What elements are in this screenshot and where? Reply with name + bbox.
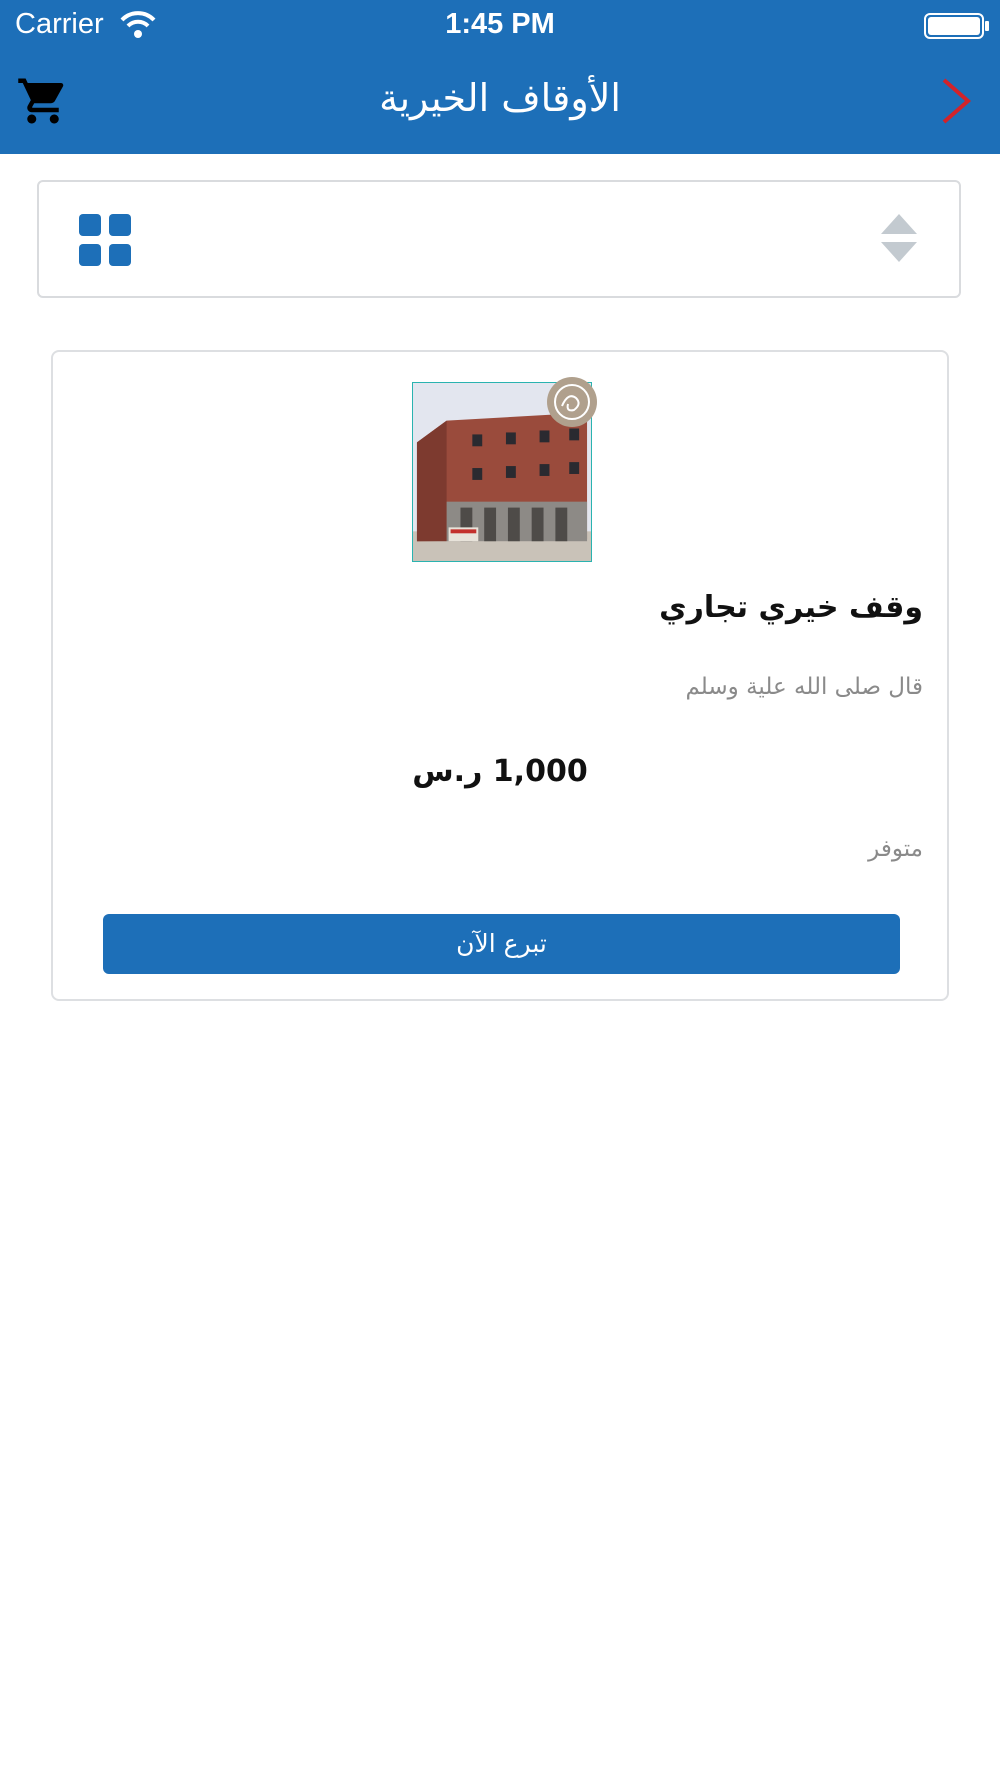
product-description: قال صلى الله علية وسلم <box>685 674 923 700</box>
availability-status: متوفر <box>868 836 923 862</box>
navigation-bar: الأوقاف الخيرية <box>0 50 1000 154</box>
donate-now-button[interactable]: تبرع الآن <box>103 914 900 974</box>
page-title: الأوقاف الخيرية <box>379 76 621 120</box>
battery-icon <box>924 13 989 39</box>
cart-icon[interactable] <box>16 74 70 128</box>
view-toolbar <box>37 180 961 298</box>
waqf-calligraphy-badge-icon <box>547 377 597 427</box>
status-bar: Carrier 1:45 PM <box>0 0 1000 50</box>
app-header: Carrier 1:45 PM الأوقاف الخيرية <box>0 0 1000 154</box>
status-time: 1:45 PM <box>445 8 555 40</box>
product-card: وقف خيري تجاري قال صلى الله علية وسلم 1,… <box>51 350 949 1001</box>
sort-icon[interactable] <box>881 214 917 262</box>
grid-view-icon[interactable] <box>79 214 131 266</box>
chevron-right-icon[interactable] <box>936 76 976 126</box>
product-price: 1,000 ر.س <box>412 754 588 789</box>
product-title[interactable]: وقف خيري تجاري <box>123 590 923 625</box>
